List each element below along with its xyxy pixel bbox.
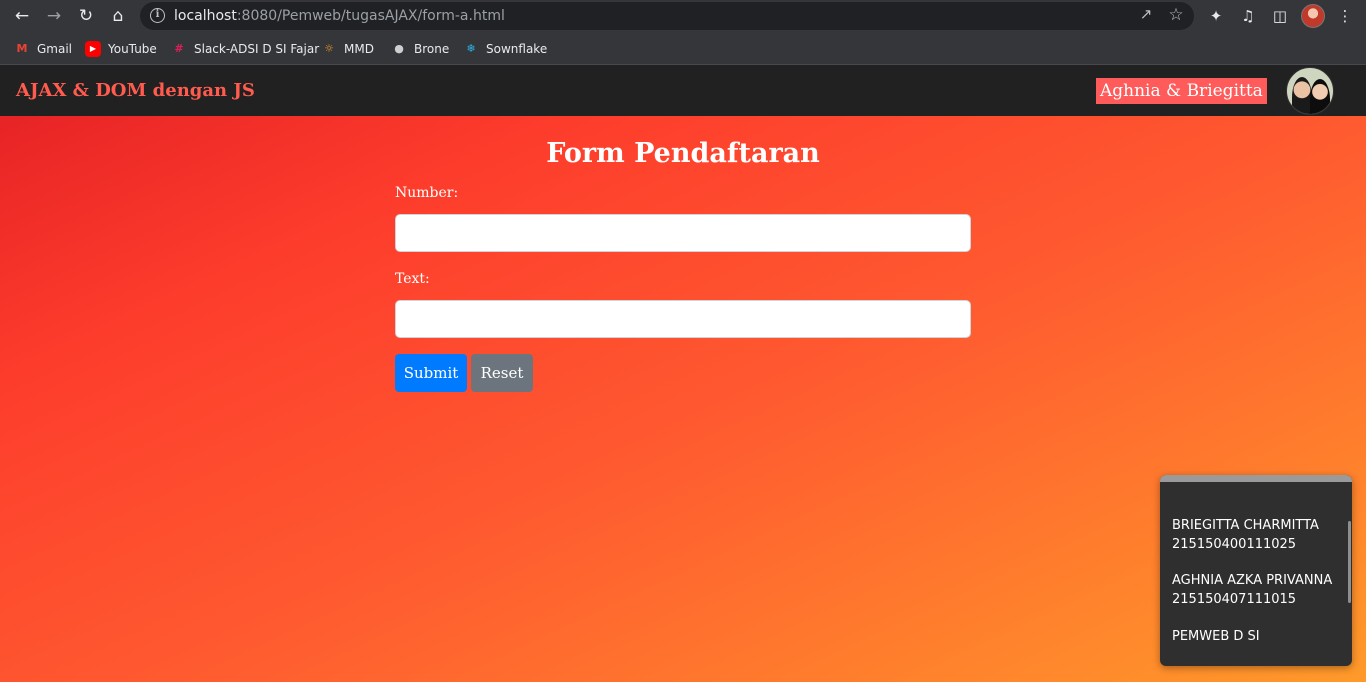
info-class: PEMWEB D SI [1172, 629, 1260, 644]
info-box-header [1160, 475, 1352, 482]
bookmark-label: Sownflake [486, 42, 548, 56]
info-name-1: BRIEGITTA CHARMITTA [1172, 518, 1319, 533]
bookmark-star-icon[interactable]: ☆ [1166, 5, 1186, 25]
number-input[interactable] [395, 214, 971, 252]
bookmarks-bar: M Gmail ▶ YouTube # Slack-ADSI D SI Faja… [0, 32, 1366, 65]
page-content: AJAX & DOM dengan JS Aghnia & Briegitta … [0, 66, 1366, 682]
url-path: :8080/Pemweb/tugasAJAX/form-a.html [236, 8, 505, 24]
side-panel-icon[interactable]: ◫ [1269, 5, 1291, 27]
bookmark-mmd[interactable]: ☼ MMD [321, 39, 374, 59]
bookmark-label: Gmail [37, 42, 73, 56]
bookmark-label: MMD [344, 42, 374, 56]
info-box-scrollbar[interactable] [1348, 521, 1351, 603]
text-input[interactable] [395, 300, 971, 338]
bookmark-youtube[interactable]: ▶ YouTube [85, 39, 157, 59]
bookmark-slack[interactable]: # Slack-ADSI D SI Fajar [171, 39, 319, 59]
info-name-2: AGHNIA AZKA PRIVANNA [1172, 573, 1333, 588]
slack-icon: # [174, 42, 184, 55]
navbar-brand[interactable]: AJAX & DOM dengan JS [16, 80, 255, 101]
share-icon[interactable]: ↗ [1136, 5, 1156, 25]
extensions-puzzle-icon[interactable]: ✦ [1205, 5, 1227, 27]
number-label: Number: [395, 185, 459, 201]
text-label: Text: [395, 271, 430, 287]
info-nim-2: 215150407111015 [1172, 592, 1297, 607]
mmd-icon: ☼ [324, 42, 334, 55]
submit-button[interactable]: Submit [395, 354, 467, 392]
media-control-icon[interactable]: ♫ [1237, 5, 1259, 27]
reload-icon[interactable]: ↻ [74, 4, 98, 28]
navbar-names: Aghnia & Briegitta [1096, 78, 1267, 104]
avatar [1286, 67, 1334, 115]
reset-button[interactable]: Reset [471, 354, 533, 392]
url-host: localhost [174, 8, 237, 24]
person-right [1310, 79, 1330, 114]
site-info-icon[interactable]: i [150, 8, 165, 23]
forward-arrow-icon[interactable]: → [42, 4, 66, 28]
bookmark-sownflake[interactable]: ❄ Sownflake [463, 39, 547, 59]
info-box: BRIEGITTA CHARMITTA 215150400111025 AGHN… [1160, 475, 1352, 666]
url-text[interactable]: localhost:8080/Pemweb/tugasAJAX/form-a.h… [174, 8, 505, 24]
browser-toolbar: ← → ↻ ⌂ i localhost:8080/Pemweb/tugasAJA… [0, 0, 1366, 32]
kebab-menu-icon[interactable]: ⋮ [1334, 5, 1356, 27]
site-navbar: AJAX & DOM dengan JS Aghnia & Briegitta [0, 66, 1366, 116]
back-arrow-icon[interactable]: ← [10, 4, 34, 28]
gmail-icon: M [14, 41, 30, 57]
bookmark-brone[interactable]: ● Brone [391, 39, 449, 59]
info-nim-1: 215150400111025 [1172, 537, 1297, 552]
brone-icon: ● [394, 42, 404, 55]
person-left [1292, 77, 1312, 114]
youtube-icon: ▶ [85, 41, 101, 57]
home-icon[interactable]: ⌂ [106, 4, 130, 28]
bookmark-gmail[interactable]: M Gmail [14, 39, 72, 59]
bookmark-label: YouTube [108, 42, 157, 56]
snowflake-icon: ❄ [466, 42, 476, 55]
page-title: Form Pendaftaran [546, 138, 820, 169]
address-bar[interactable]: i localhost:8080/Pemweb/tugasAJAX/form-a… [140, 2, 1194, 30]
bookmark-label: Slack-ADSI D SI Fajar [194, 42, 320, 56]
bookmark-label: Brone [414, 42, 450, 56]
profile-avatar-icon[interactable] [1301, 4, 1325, 28]
